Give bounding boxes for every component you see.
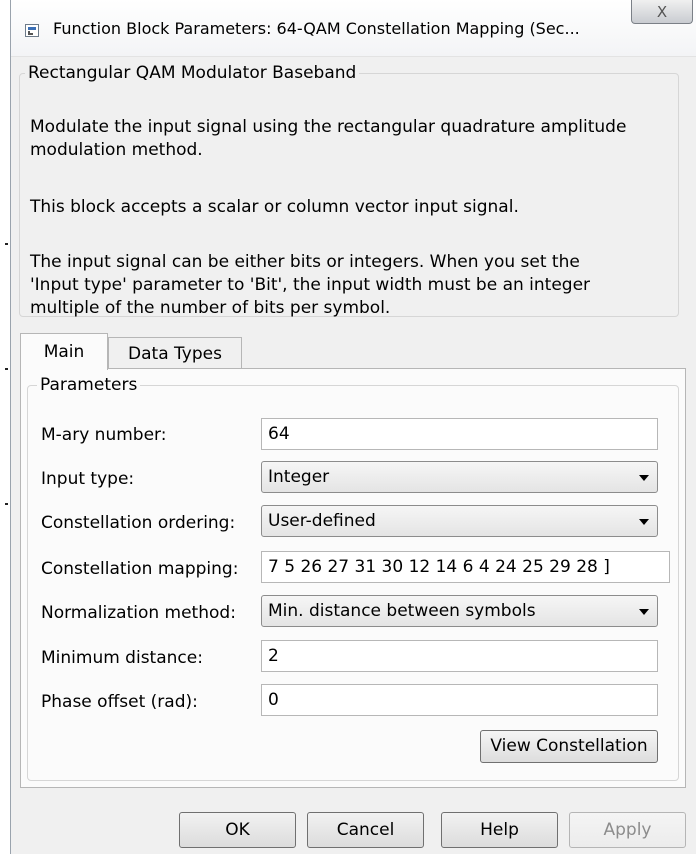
input-type-select[interactable]: Integer: [261, 461, 658, 493]
minimum-distance-field[interactable]: 2: [261, 640, 658, 672]
constellation-mapping-label: Constellation mapping:: [41, 559, 239, 579]
input-type-label: Input type:: [41, 469, 135, 489]
help-button[interactable]: Help: [441, 812, 558, 848]
block-parameters-icon: [25, 24, 39, 37]
normalization-method-value: Min. distance between symbols: [268, 601, 536, 621]
m-ary-number-label: M-ary number:: [41, 425, 167, 445]
description-line: The input signal can be either bits or i…: [30, 252, 580, 272]
constellation-mapping-field[interactable]: 7 5 26 27 31 30 12 14 6 4 24 25 29 28 ]: [261, 551, 670, 583]
tab-data-types[interactable]: Data Types: [108, 337, 242, 369]
constellation-ordering-select[interactable]: User-defined: [261, 505, 658, 537]
cancel-button[interactable]: Cancel: [307, 812, 424, 848]
phase-offset-field[interactable]: 0: [261, 684, 658, 716]
description-group: Rectangular QAM Modulator Baseband Modul…: [19, 63, 679, 318]
description-line: multiple of the number of bits per symbo…: [30, 298, 391, 318]
input-type-value: Integer: [268, 467, 330, 487]
tab-data-types-label: Data Types: [128, 343, 222, 364]
description-line: Modulate the input signal using the rect…: [30, 117, 627, 137]
background-tick: [5, 368, 8, 370]
description-line: This block accepts a scalar or column ve…: [30, 197, 519, 217]
minimum-distance-label: Minimum distance:: [41, 648, 203, 668]
dropdown-arrow-icon: [639, 475, 649, 481]
tab-main-label: Main: [43, 342, 85, 362]
title-bar[interactable]: Function Block Parameters: 64-QAM Conste…: [11, 0, 696, 57]
constellation-ordering-value: User-defined: [268, 511, 376, 531]
normalization-method-label: Normalization method:: [41, 603, 236, 623]
description-group-title: Rectangular QAM Modulator Baseband: [28, 63, 357, 83]
apply-button[interactable]: Apply: [569, 812, 686, 848]
tab-main[interactable]: Main: [20, 333, 108, 370]
dropdown-arrow-icon: [639, 609, 649, 615]
constellation-ordering-label: Constellation ordering:: [41, 513, 236, 533]
m-ary-number-field[interactable]: 64: [261, 418, 658, 450]
view-constellation-button[interactable]: View Constellation: [480, 730, 658, 763]
description-line: 'Input type' parameter to 'Bit', the inp…: [30, 275, 591, 295]
normalization-method-select[interactable]: Min. distance between symbols: [261, 595, 658, 627]
ok-button[interactable]: OK: [179, 812, 296, 848]
window-title: Function Block Parameters: 64-QAM Conste…: [53, 19, 580, 38]
parameters-group-title: Parameters: [40, 375, 138, 395]
description-line: modulation method.: [30, 140, 203, 160]
background-window-edge: [0, 0, 10, 854]
dropdown-arrow-icon: [639, 519, 649, 525]
close-button[interactable]: X: [631, 0, 693, 24]
background-tick: [5, 243, 8, 245]
phase-offset-label: Phase offset (rad):: [41, 692, 198, 712]
background-tick: [5, 503, 8, 505]
close-icon: X: [656, 2, 668, 21]
